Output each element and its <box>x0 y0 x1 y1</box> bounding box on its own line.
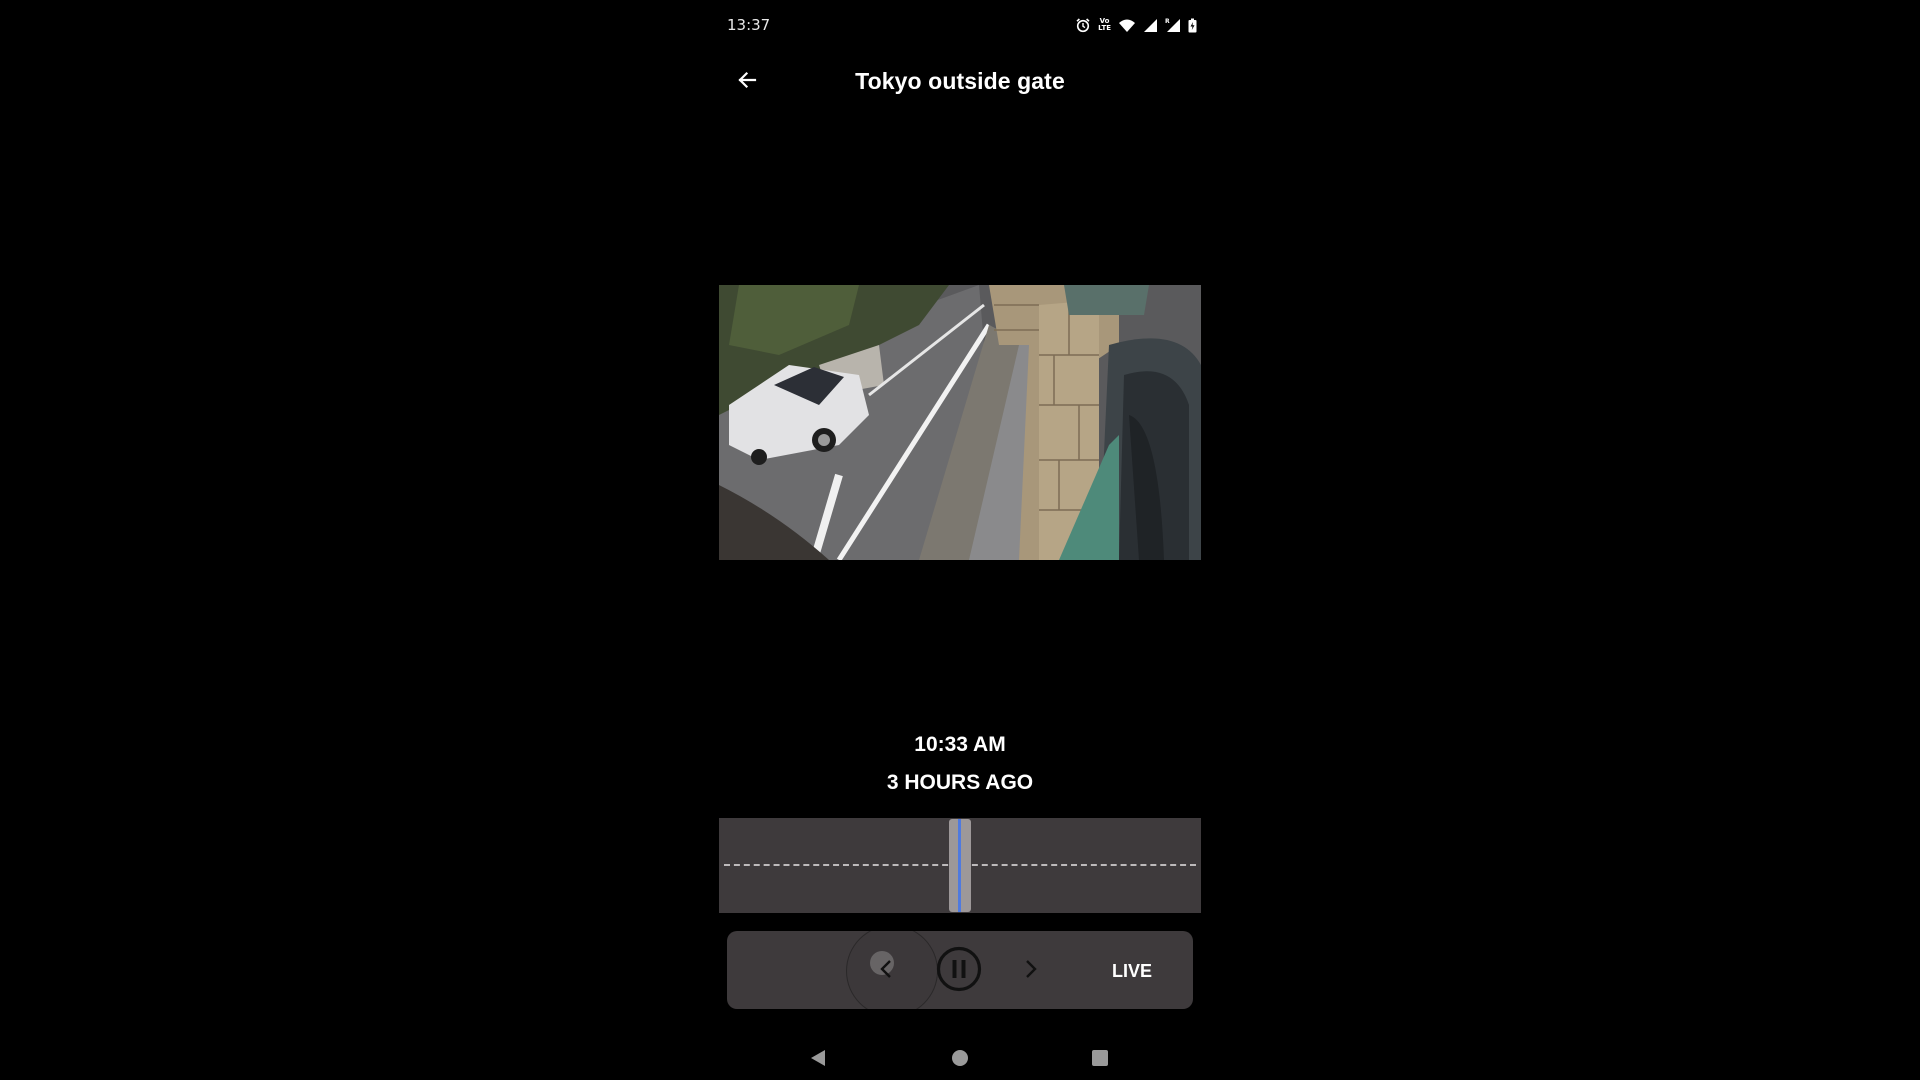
system-nav-bar <box>719 1036 1201 1080</box>
status-time: 13:37 <box>727 16 771 34</box>
playback-relative-time: 3 HOURS AGO <box>886 771 1034 794</box>
wifi-icon <box>1118 18 1136 33</box>
nav-recents-button[interactable] <box>1088 1048 1112 1072</box>
status-bar: 13:37 Vo LTE R <box>719 0 1201 50</box>
nav-back-icon <box>809 1049 827 1072</box>
pause-button[interactable] <box>935 946 983 997</box>
playback-controls: LIVE <box>727 931 1193 1009</box>
camera-video-feed[interactable] <box>719 285 1201 560</box>
timeline-scrubber[interactable] <box>719 818 1201 913</box>
nav-home-button[interactable] <box>948 1048 972 1072</box>
volte-icon: Vo LTE <box>1098 17 1111 32</box>
signal-icon <box>1143 18 1158 33</box>
previous-button[interactable] <box>867 951 907 991</box>
live-button[interactable]: LIVE <box>1097 951 1167 991</box>
chevron-left-icon <box>875 957 899 986</box>
timeline-needle <box>958 819 961 912</box>
phone-screen: 13:37 Vo LTE R Tokyo outside gate 10:33 … <box>719 0 1201 1080</box>
app-bar: Tokyo outside gate <box>719 58 1201 106</box>
chevron-right-icon <box>1018 957 1042 986</box>
next-button[interactable] <box>1010 951 1050 991</box>
timeline-playhead[interactable] <box>949 819 971 912</box>
nav-back-button[interactable] <box>806 1048 830 1072</box>
status-icons: Vo LTE R <box>1075 16 1197 34</box>
pause-circle-icon <box>936 946 982 997</box>
battery-charging-icon <box>1188 18 1197 33</box>
nav-recents-icon <box>1091 1049 1109 1072</box>
svg-text:R: R <box>1165 18 1170 25</box>
playback-time: 10:33 AM <box>914 733 1006 756</box>
page-title: Tokyo outside gate <box>855 68 1065 94</box>
roaming-signal-icon: R <box>1165 17 1181 33</box>
alarm-icon <box>1075 17 1091 33</box>
nav-home-icon <box>951 1049 969 1072</box>
